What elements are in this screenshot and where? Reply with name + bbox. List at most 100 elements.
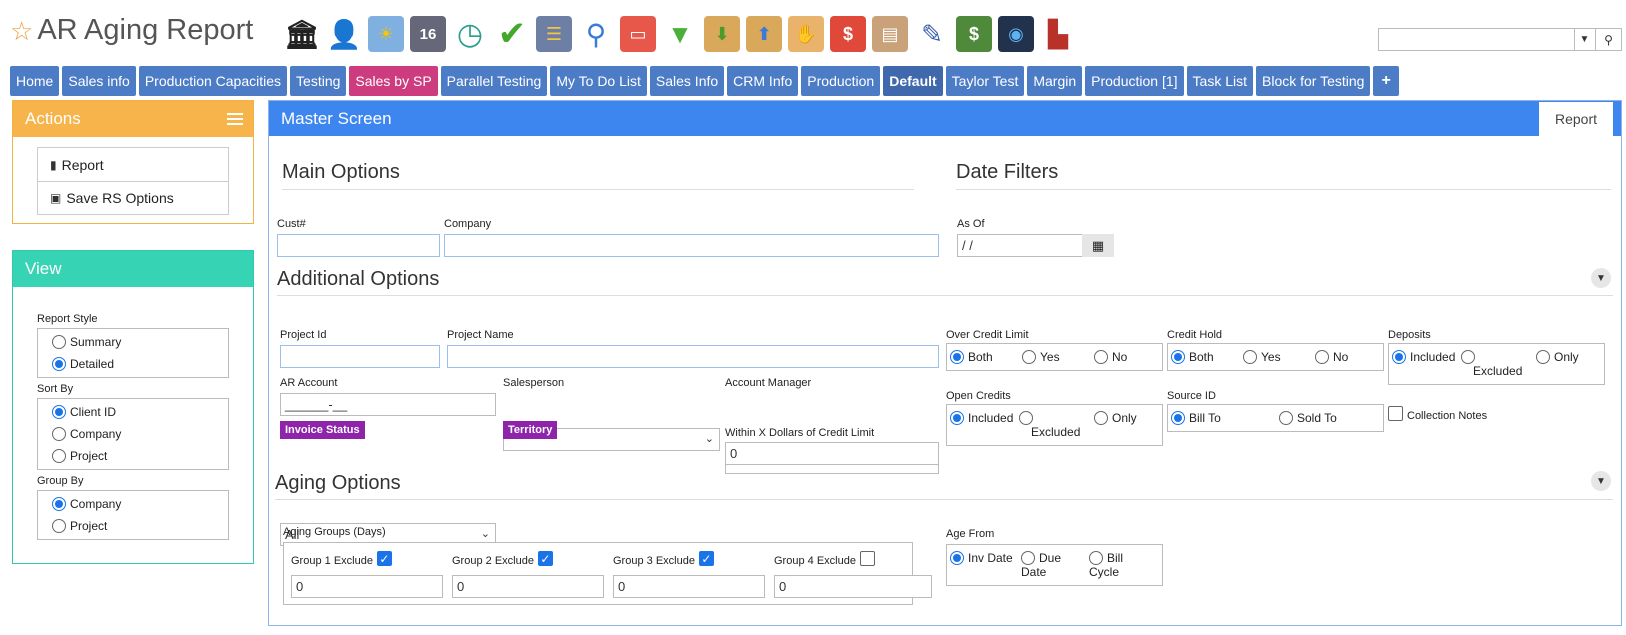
- sort-by-client-id[interactable]: Client ID: [52, 401, 228, 423]
- sort-by-company[interactable]: Company: [52, 423, 228, 445]
- calendar-icon[interactable]: 16: [410, 16, 446, 52]
- search-icon[interactable]: ⚲: [1596, 28, 1622, 51]
- download-box-icon[interactable]: ⬇: [704, 16, 740, 52]
- radio-open-credits-only[interactable]: [1094, 411, 1108, 425]
- deposits-only[interactable]: Only: [1536, 350, 1579, 364]
- group-1-input[interactable]: 0: [291, 575, 443, 598]
- tab-taylor-test[interactable]: Taylor Test: [945, 66, 1025, 96]
- factory-icon[interactable]: ▙: [1040, 16, 1076, 52]
- open-credits-included[interactable]: Included: [950, 411, 1013, 425]
- tab-sales-info-2[interactable]: Sales Info: [649, 66, 725, 96]
- tab-production[interactable]: Production: [801, 66, 881, 96]
- tab-testing[interactable]: Testing: [290, 66, 347, 96]
- list-icon[interactable]: ☰: [536, 16, 572, 52]
- tab-home[interactable]: Home: [10, 66, 60, 96]
- report-action[interactable]: ▮ Report: [38, 148, 228, 181]
- radio-bill-to[interactable]: [1171, 411, 1185, 425]
- group-by-company[interactable]: Company: [52, 493, 228, 515]
- radio-over-credit-no[interactable]: [1094, 350, 1108, 364]
- collection-notes-check[interactable]: [1388, 406, 1403, 421]
- age-from-inv-date[interactable]: Inv Date: [950, 551, 1013, 565]
- user-icon[interactable]: 👤: [326, 16, 362, 52]
- radio-group-company[interactable]: [52, 497, 66, 511]
- cust-input[interactable]: [277, 234, 440, 257]
- within-credit-input[interactable]: 0: [725, 442, 939, 465]
- project-id-input[interactable]: [280, 345, 440, 368]
- bus-icon[interactable]: ▭: [620, 16, 656, 52]
- tab-production-capacities[interactable]: Production Capacities: [138, 66, 288, 96]
- report-style-detailed[interactable]: Detailed: [52, 353, 228, 375]
- radio-deposits-excluded[interactable]: [1461, 350, 1475, 364]
- group-2-input[interactable]: 0: [452, 575, 604, 598]
- safe-icon[interactable]: ◉: [998, 16, 1034, 52]
- tab-parallel-testing[interactable]: Parallel Testing: [440, 66, 548, 96]
- radio-company[interactable]: [52, 427, 66, 441]
- tab-sales-by-sp[interactable]: Sales by SP: [349, 66, 438, 96]
- radio-deposits-included[interactable]: [1392, 350, 1406, 364]
- tab-block-for-testing[interactable]: Block for Testing: [1256, 66, 1371, 96]
- tab-report[interactable]: Report: [1539, 101, 1613, 136]
- open-credits-excluded[interactable]: Excluded: [1019, 411, 1080, 439]
- radio-due-date[interactable]: [1021, 551, 1035, 565]
- radio-inv-date[interactable]: [950, 551, 964, 565]
- save-rs-options-action[interactable]: ▣ Save RS Options: [38, 181, 228, 214]
- group-2-exclude-check[interactable]: ✓: [537, 551, 553, 566]
- ar-account-input[interactable]: ______-__: [280, 393, 496, 416]
- radio-summary[interactable]: [52, 335, 66, 349]
- open-credits-only[interactable]: Only: [1094, 411, 1137, 425]
- basket-icon[interactable]: ▼: [662, 16, 698, 52]
- collapse-additional-icon[interactable]: ▼: [1591, 268, 1611, 288]
- radio-open-credits-included[interactable]: [950, 411, 964, 425]
- age-from-bill-cycle[interactable]: Bill Cycle: [1089, 551, 1123, 579]
- radio-over-credit-yes[interactable]: [1022, 350, 1036, 364]
- group-by-project[interactable]: Project: [52, 515, 228, 537]
- report-style-summary[interactable]: Summary: [52, 331, 228, 353]
- radio-client-id[interactable]: [52, 405, 66, 419]
- upload-box-icon[interactable]: ⬆: [746, 16, 782, 52]
- tab-sales-info[interactable]: Sales info: [62, 66, 136, 96]
- radio-credit-hold-no[interactable]: [1315, 350, 1329, 364]
- group-3-input[interactable]: 0: [613, 575, 765, 598]
- radio-deposits-only[interactable]: [1536, 350, 1550, 364]
- deposits-included[interactable]: Included: [1392, 350, 1455, 364]
- radio-group-project[interactable]: [52, 519, 66, 533]
- group-4-exclude-check[interactable]: [859, 551, 875, 566]
- handshake-icon[interactable]: ✋: [788, 16, 824, 52]
- radio-open-credits-excluded[interactable]: [1019, 411, 1033, 425]
- tab-production-1[interactable]: Production [1]: [1085, 66, 1184, 96]
- collapse-aging-icon[interactable]: ▼: [1591, 471, 1611, 491]
- bank-icon[interactable]: 🏛: [284, 16, 320, 52]
- collection-notes-checkbox[interactable]: Collection Notes: [1388, 406, 1487, 423]
- source-id-sold-to[interactable]: Sold To: [1279, 411, 1337, 425]
- over-credit-no[interactable]: No: [1094, 350, 1127, 364]
- group-4-input[interactable]: 0: [774, 575, 932, 598]
- radio-project[interactable]: [52, 449, 66, 463]
- group-3-exclude-check[interactable]: ✓: [698, 551, 714, 566]
- sort-by-project[interactable]: Project: [52, 445, 228, 467]
- clipboard-icon[interactable]: ▤: [872, 16, 908, 52]
- radio-credit-hold-yes[interactable]: [1243, 350, 1257, 364]
- hamburger-menu-icon[interactable]: [227, 113, 243, 128]
- tab-crm-info[interactable]: CRM Info: [727, 66, 799, 96]
- star-icon[interactable]: ☆: [10, 18, 33, 44]
- deposits-excluded[interactable]: Excluded: [1461, 350, 1522, 378]
- project-name-input[interactable]: [447, 345, 939, 368]
- tab-my-to-do-list[interactable]: My To Do List: [550, 66, 647, 96]
- tab-margin[interactable]: Margin: [1027, 66, 1083, 96]
- tab-default[interactable]: Default: [883, 66, 943, 96]
- credit-hold-both[interactable]: Both: [1171, 350, 1214, 364]
- radio-bill-cycle[interactable]: [1089, 551, 1103, 565]
- group-1-exclude-check[interactable]: ✓: [376, 551, 392, 566]
- over-credit-yes[interactable]: Yes: [1022, 350, 1060, 364]
- credit-hold-yes[interactable]: Yes: [1243, 350, 1281, 364]
- age-from-due-date[interactable]: Due Date: [1021, 551, 1061, 579]
- pencil-icon[interactable]: ✎: [914, 16, 950, 52]
- source-id-bill-to[interactable]: Bill To: [1171, 411, 1221, 425]
- as-of-input[interactable]: / /: [957, 234, 1083, 257]
- radio-sold-to[interactable]: [1279, 411, 1293, 425]
- search-zoom-icon[interactable]: ⚲: [578, 16, 614, 52]
- tab-task-list[interactable]: Task List: [1186, 66, 1253, 96]
- clock-icon[interactable]: ◷: [452, 16, 488, 52]
- chevron-down-icon[interactable]: ▼: [1574, 28, 1596, 51]
- radio-credit-hold-both[interactable]: [1171, 350, 1185, 364]
